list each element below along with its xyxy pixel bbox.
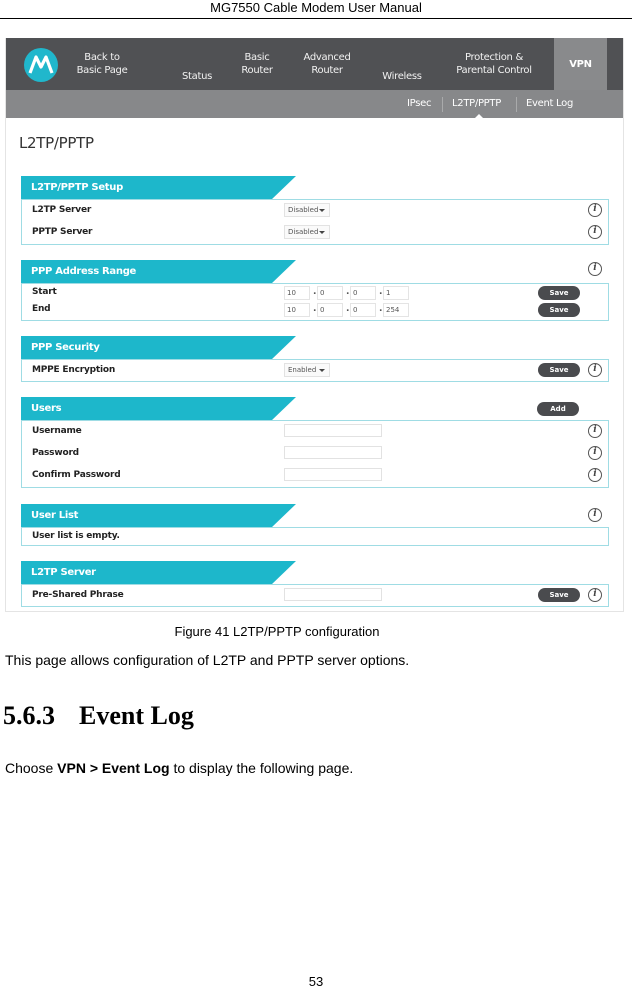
l2tp-server-label: L2TP Server [32,205,92,215]
router-ui-screenshot: Back to Basic Page Status Basic Router A… [5,38,624,612]
start-ip-octet-2[interactable]: 0 [317,286,343,300]
section-body-users: Username i Password i Confirm Password i [21,420,609,488]
subnav-separator [442,97,443,112]
end-ip-octet-4[interactable]: 254 [383,303,409,317]
instruction-paragraph: Choose VPN > Event Log to display the fo… [5,759,353,777]
nav-protection-parental-control[interactable]: Protection & Parental Control [446,38,542,90]
end-ip-octet-1[interactable]: 10 [284,303,310,317]
document-header: MG7550 Cable Modem User Manual [210,0,422,15]
section-title: User List [21,504,271,528]
select-value: Disabled [288,228,319,236]
subnav-ipsec[interactable]: IPsec [407,90,431,118]
info-icon[interactable]: i [588,508,602,522]
section-title: L2TP Server [21,561,271,585]
chevron-down-icon [319,231,325,234]
section-number: 5.6.3 [3,701,55,730]
section-body-address-range: Start 10 . 0 . 0 . 1 Save End 10 . 0 . 0… [21,283,609,321]
start-ip-octet-4[interactable]: 1 [383,286,409,300]
confirm-password-input[interactable] [284,468,382,481]
info-icon[interactable]: i [588,446,602,460]
add-user-button[interactable]: Add [537,402,579,416]
pre-shared-phrase-input[interactable] [284,588,382,601]
password-label: Password [32,448,79,458]
select-value: Disabled [288,206,319,214]
menu-path: VPN > Event Log [57,760,170,776]
section-body-l2tp-server: Pre-Shared Phrase Save i [21,584,609,607]
info-icon[interactable]: i [588,363,602,377]
start-label: Start [32,287,57,297]
page-number: 53 [308,974,324,989]
nav-vpn[interactable]: VPN [554,38,607,90]
section-title: PPP Security [21,336,271,360]
info-icon[interactable]: i [588,468,602,482]
section-title: PPP Address Range [21,260,271,284]
instruction-prefix: Choose [5,760,58,776]
info-icon[interactable]: i [588,203,602,217]
pptp-server-select[interactable]: Disabled [284,225,330,239]
figure-caption: Figure 41 L2TP/PPTP configuration [174,624,380,639]
start-ip-octet-3[interactable]: 0 [350,286,376,300]
nav-status[interactable]: Status [174,38,220,90]
instruction-suffix: to display the following page. [169,760,354,776]
mppe-encryption-label: MPPE Encryption [32,365,116,375]
nav-advanced-router[interactable]: Advanced Router [296,38,358,90]
pre-shared-phrase-label: Pre-Shared Phrase [32,590,124,600]
section-body-setup: L2TP Server Disabled i PPTP Server Disab… [21,199,609,245]
section-heading: 5.6.3 Event Log [3,699,194,733]
password-input[interactable] [284,446,382,459]
info-icon[interactable]: i [588,424,602,438]
motorola-logo-icon[interactable] [24,48,58,82]
header-rule [0,18,632,19]
section-title: Event Log [79,701,194,730]
section-title: L2TP/PPTP Setup [21,176,271,200]
select-value: Enabled [288,366,317,374]
username-label: Username [32,426,82,436]
pptp-server-label: PPTP Server [32,227,93,237]
start-ip-octet-1[interactable]: 10 [284,286,310,300]
top-navigation: Back to Basic Page Status Basic Router A… [6,38,623,90]
page-title: L2TP/PPTP [19,134,94,152]
save-end-button[interactable]: Save [538,303,580,317]
chevron-down-icon [319,369,325,372]
sub-navigation: IPsec L2TP/PPTP Event Log [6,90,623,118]
nav-back-to-basic-page[interactable]: Back to Basic Page [68,38,136,90]
confirm-password-label: Confirm Password [32,470,121,480]
description-paragraph: This page allows configuration of L2TP a… [5,652,410,668]
active-tab-indicator [475,114,483,118]
nav-wireless[interactable]: Wireless [374,38,430,90]
end-label: End [32,304,51,314]
info-icon[interactable]: i [588,588,602,602]
end-ip-octet-3[interactable]: 0 [350,303,376,317]
info-icon[interactable]: i [588,225,602,239]
section-body-security: MPPE Encryption Enabled Save i [21,359,609,382]
save-start-button[interactable]: Save [538,286,580,300]
user-list-empty-text: User list is empty. [32,531,120,541]
section-title: Users [21,397,271,421]
save-phrase-button[interactable]: Save [538,588,580,602]
mppe-encryption-select[interactable]: Enabled [284,363,330,377]
subnav-event-log[interactable]: Event Log [526,90,573,118]
section-body-user-list: User list is empty. [21,527,609,546]
chevron-down-icon [319,209,325,212]
save-encryption-button[interactable]: Save [538,363,580,377]
end-ip-octet-2[interactable]: 0 [317,303,343,317]
info-icon[interactable]: i [588,262,602,276]
nav-basic-router[interactable]: Basic Router [234,38,280,90]
username-input[interactable] [284,424,382,437]
l2tp-server-select[interactable]: Disabled [284,203,330,217]
subnav-separator [516,97,517,112]
